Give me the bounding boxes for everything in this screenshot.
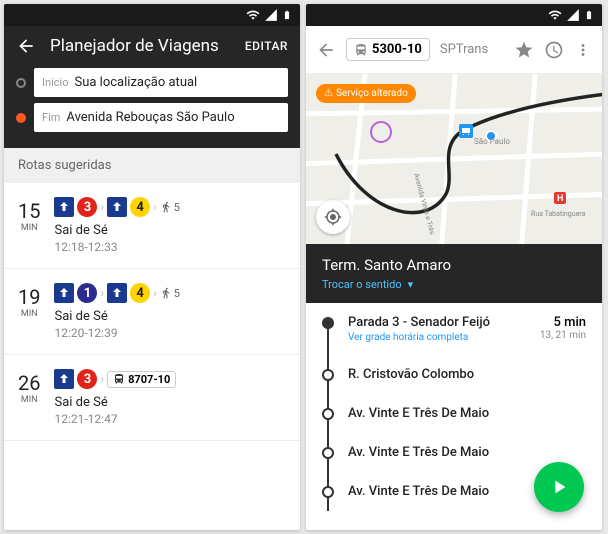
walk-segment: 5 <box>160 286 180 300</box>
route-departure: Sai de Sé <box>54 395 286 410</box>
stop-item[interactable]: Av. Vinte E Três De Maio <box>322 394 586 433</box>
chevron-icon: › <box>153 286 157 300</box>
route-detail-screen: 5300-10 SPTrans H São Paulo Rua Tabating… <box>306 4 602 530</box>
metro-icon <box>54 369 74 389</box>
origin-row[interactable]: Início Sua localização atual <box>16 68 288 97</box>
line-badge-1: 1 <box>77 283 97 303</box>
route-departure: Sai de Sé <box>54 309 286 324</box>
route-option[interactable]: 26MIN 3 › 8707-10 Sai de Sé 12:21-12:47 <box>4 355 300 441</box>
route-timespan: 12:18-12:33 <box>54 240 286 254</box>
walk-segment: 5 <box>160 200 180 214</box>
terminal-header: Term. Santo Amaro Trocar o sentido▾ <box>306 244 602 303</box>
dropdown-icon: ▾ <box>408 278 414 291</box>
route-map[interactable]: H São Paulo Rua Tabatinguera Avenida Vin… <box>306 74 602 244</box>
status-bar <box>4 4 300 26</box>
svg-text:São Paulo: São Paulo <box>474 137 510 146</box>
wifi-icon <box>548 8 562 22</box>
svg-text:H: H <box>557 194 563 204</box>
destination-label: Fim <box>42 111 60 124</box>
status-bar <box>306 4 602 26</box>
route-duration: 26 <box>18 371 40 395</box>
stop-item[interactable]: R. Cristovão Colombo <box>322 355 586 394</box>
terminal-name: Term. Santo Amaro <box>322 256 586 274</box>
operator-label: SPTrans <box>440 42 504 57</box>
locate-button[interactable] <box>316 200 350 234</box>
route-duration: 15 <box>18 199 40 223</box>
star-icon[interactable] <box>514 40 534 60</box>
route-chip: 5300-10 <box>346 38 430 61</box>
origin-label: Início <box>42 76 69 89</box>
stop-eta: 5 min <box>540 315 586 330</box>
back-icon[interactable] <box>16 36 36 56</box>
stop-dot-icon <box>322 317 334 329</box>
wifi-icon <box>246 8 260 22</box>
page-title: Planejador de Viagens <box>50 36 231 56</box>
route-option[interactable]: 15MIN 3 › 4 › 5 Sai de Sé 12:18-12:33 <box>4 183 300 269</box>
play-fab[interactable] <box>534 462 584 512</box>
metro-icon <box>107 197 127 217</box>
chevron-icon: › <box>100 200 104 214</box>
suggested-header: Rotas sugeridas <box>4 148 300 183</box>
schedule-link[interactable]: Ver grade horária completa <box>348 332 526 343</box>
route-duration: 19 <box>18 285 40 309</box>
metro-icon <box>54 283 74 303</box>
trip-planner-screen: Planejador de Viagens EDITAR Início Sua … <box>4 4 300 530</box>
line-badge-3: 3 <box>77 369 97 389</box>
bus-badge: 8707-10 <box>107 371 176 388</box>
destination-row[interactable]: Fim Avenida Rebouças São Paulo <box>16 103 288 132</box>
destination-dot-icon <box>16 113 26 123</box>
chevron-icon: › <box>100 286 104 300</box>
stop-dot-icon <box>322 369 334 381</box>
origin-value: Sua localização atual <box>75 75 198 90</box>
line-badge-4: 4 <box>130 197 150 217</box>
line-badge-3: 3 <box>77 197 97 217</box>
stop-item[interactable]: Parada 3 - Senador Feijó Ver grade horár… <box>322 303 586 355</box>
stop-name: Parada 3 - Senador Feijó <box>348 315 526 330</box>
back-icon[interactable] <box>316 40 336 60</box>
clock-icon[interactable] <box>544 40 564 60</box>
line-badge-4: 4 <box>130 283 150 303</box>
stop-dot-icon <box>322 408 334 420</box>
edit-button[interactable]: EDITAR <box>245 39 288 53</box>
svg-text:Rua Tabatinguera: Rua Tabatinguera <box>531 210 586 218</box>
battery-icon <box>282 8 292 22</box>
more-icon[interactable] <box>574 41 592 59</box>
stop-eta-next: 13, 21 min <box>540 330 586 341</box>
route-timespan: 12:21-12:47 <box>54 412 286 426</box>
planner-header: Planejador de Viagens EDITAR Início Sua … <box>4 26 300 148</box>
route-header: 5300-10 SPTrans <box>306 26 602 74</box>
metro-icon <box>54 197 74 217</box>
route-departure: Sai de Sé <box>54 223 286 238</box>
stop-dot-icon <box>322 486 334 498</box>
route-option[interactable]: 19MIN 1 › 4 › 5 Sai de Sé 12:20-12:39 <box>4 269 300 355</box>
chevron-icon: › <box>153 200 157 214</box>
signal-icon <box>566 8 580 22</box>
swap-direction-button[interactable]: Trocar o sentido▾ <box>322 278 586 291</box>
route-timespan: 12:20-12:39 <box>54 326 286 340</box>
chevron-icon: › <box>100 372 104 386</box>
battery-icon <box>584 8 594 22</box>
destination-value: Avenida Rebouças São Paulo <box>66 110 234 125</box>
metro-icon <box>107 283 127 303</box>
stop-name: R. Cristovão Colombo <box>348 367 586 382</box>
origin-dot-icon <box>16 78 26 88</box>
service-alert-badge[interactable]: ⚠Serviço alterado <box>316 84 416 103</box>
stop-name: Av. Vinte E Três De Maio <box>348 406 586 421</box>
signal-icon <box>264 8 278 22</box>
stop-name: Av. Vinte E Três De Maio <box>348 445 586 460</box>
stop-dot-icon <box>322 447 334 459</box>
